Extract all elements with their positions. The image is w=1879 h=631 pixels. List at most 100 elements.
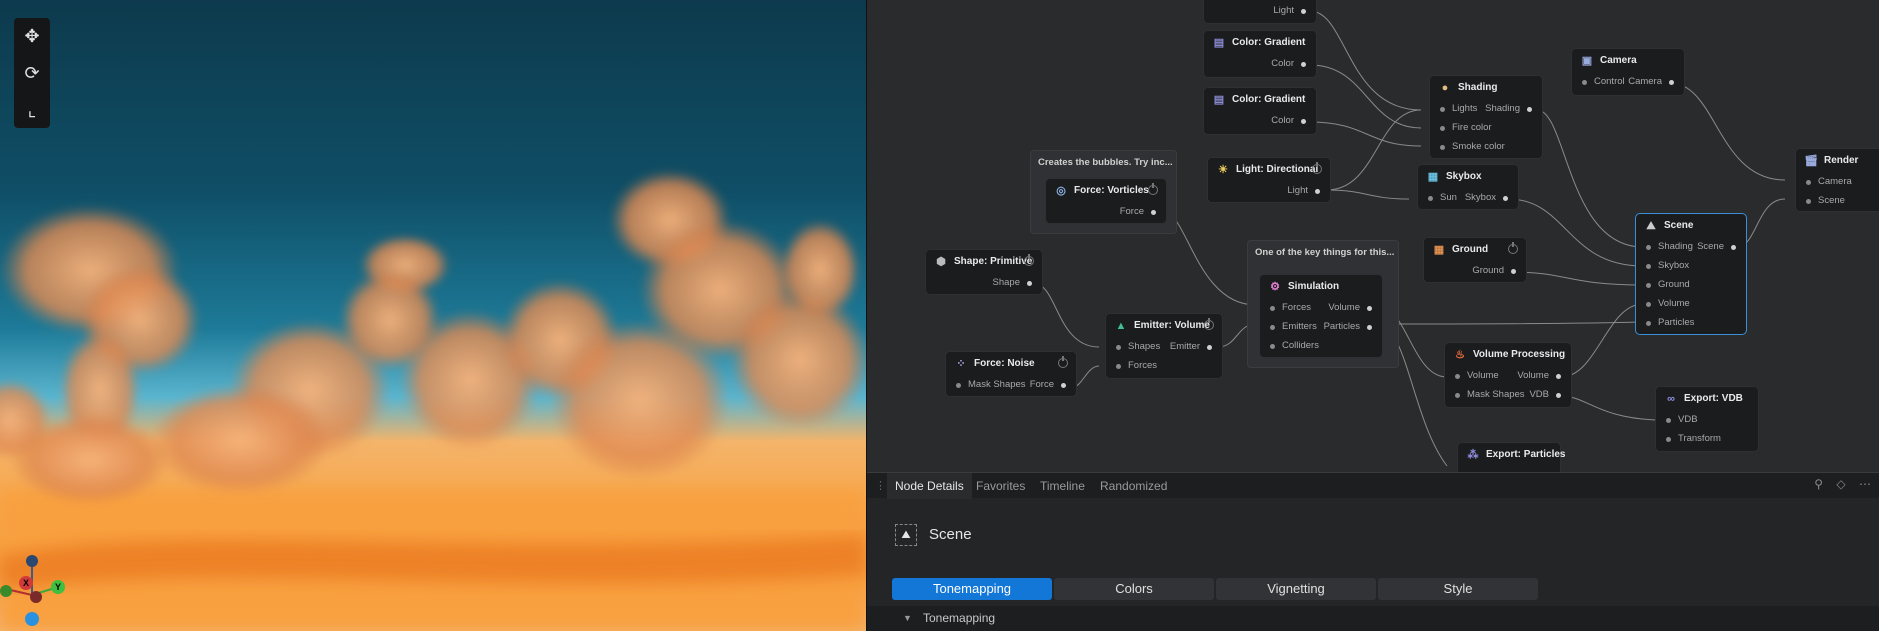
input-port[interactable] [1646, 283, 1651, 288]
input-port[interactable] [1440, 145, 1445, 150]
input-port[interactable] [1666, 418, 1671, 423]
port-fire-color: Fire color [1452, 122, 1492, 133]
node-light-top[interactable]: Light [1203, 0, 1317, 24]
node-title: Scene [1664, 220, 1694, 231]
input-port[interactable] [1455, 374, 1460, 379]
node-render[interactable]: 🎬︎ Render Camera Scene [1795, 148, 1879, 212]
segment-vignetting[interactable]: Vignetting [1216, 578, 1376, 600]
port-vdb: VDB [1529, 389, 1549, 400]
node-emitter-volume[interactable]: ▲ Emitter: Volume Shapes Emitter Forces [1105, 313, 1223, 379]
input-port[interactable] [1806, 180, 1811, 185]
output-port[interactable] [1556, 374, 1561, 379]
node-graph[interactable]: Creates the bubbles. Try inc... One of t… [866, 0, 1879, 472]
node-export-vdb[interactable]: ∞ Export: VDB VDB Transform [1655, 386, 1759, 452]
power-icon[interactable] [1024, 254, 1034, 266]
input-port[interactable] [1440, 126, 1445, 131]
port-shading: Shading [1485, 103, 1520, 114]
output-port[interactable] [1511, 269, 1516, 274]
section-tonemapping[interactable]: ▼ Tonemapping [867, 606, 1879, 631]
node-shading[interactable]: ● Shading Lights Shading Fire color Smoke … [1429, 75, 1543, 159]
output-port[interactable] [1301, 9, 1306, 14]
3d-viewport[interactable]: ✥ ⟳ ⌞ X Y [0, 0, 866, 631]
input-port[interactable] [1116, 345, 1121, 350]
output-port[interactable] [1731, 245, 1736, 250]
power-icon[interactable] [1204, 318, 1214, 330]
output-port[interactable] [1061, 383, 1066, 388]
node-export-particles[interactable]: ⁂ Export: Particles [1457, 442, 1565, 472]
input-port[interactable] [1116, 364, 1121, 369]
node-scene[interactable]: ⛰ Scene Shading Scene Skybox Ground Volume… [1635, 213, 1747, 335]
output-port[interactable] [1151, 210, 1156, 215]
node-skybox[interactable]: ▦ Skybox Sun Skybox [1417, 164, 1519, 210]
input-port[interactable] [1455, 393, 1460, 398]
input-port[interactable] [1428, 196, 1433, 201]
input-port[interactable] [1646, 321, 1651, 326]
node-title: Shape: Primitive [954, 256, 1033, 267]
port-volume: Volume [1328, 302, 1360, 313]
axis-gizmo[interactable]: X Y [0, 555, 75, 631]
gradient-icon: ▤ [1213, 37, 1225, 49]
output-port[interactable] [1315, 189, 1320, 194]
node-light-directional[interactable]: ☀ Light: Directional Light [1207, 157, 1331, 203]
power-icon[interactable] [1058, 356, 1068, 368]
input-port[interactable] [1646, 245, 1651, 250]
node-camera[interactable]: ▣ Camera Control Camera [1571, 48, 1685, 96]
tab-timeline[interactable]: Timeline [1040, 473, 1085, 499]
clapper-icon: 🎬︎ [1804, 155, 1818, 167]
input-port[interactable] [956, 383, 961, 388]
search-icon[interactable]: ⚲ [1814, 477, 1823, 491]
comment-title: Creates the bubbles. Try inc... [1038, 157, 1173, 168]
power-icon[interactable] [1148, 183, 1158, 195]
output-port[interactable] [1301, 119, 1306, 124]
input-port[interactable] [1270, 306, 1275, 311]
node-color-gradient-2[interactable]: ▤ Color: Gradient Color [1203, 87, 1317, 135]
rotate-icon[interactable]: ⟳ [20, 61, 44, 85]
diamond-icon[interactable]: ◇ [1836, 477, 1845, 491]
input-port[interactable] [1646, 302, 1651, 307]
input-port[interactable] [1646, 264, 1651, 269]
collapse-triangle-icon[interactable]: ▼ [903, 606, 912, 631]
tab-favorites[interactable]: Favorites [976, 473, 1025, 499]
output-port[interactable] [1367, 325, 1372, 330]
node-simulation[interactable]: ⚙ Simulation Forces Volume Emitters Particl… [1259, 274, 1383, 358]
output-port[interactable] [1027, 281, 1032, 286]
input-port[interactable] [1440, 107, 1445, 112]
tab-randomized[interactable]: Randomized [1100, 473, 1167, 499]
port-lights: Lights [1452, 103, 1478, 114]
node-force-noise[interactable]: ⁘ Force: Noise Mask Shapes Force [945, 351, 1077, 397]
power-icon[interactable] [1312, 162, 1322, 174]
gradient-icon: ▤ [1213, 94, 1225, 106]
output-port[interactable] [1556, 393, 1561, 398]
output-port[interactable] [1503, 196, 1508, 201]
input-port[interactable] [1582, 80, 1587, 85]
output-port[interactable] [1669, 80, 1674, 85]
output-port[interactable] [1301, 62, 1306, 67]
segment-colors[interactable]: Colors [1054, 578, 1214, 600]
node-force-vorticles[interactable]: ◎ Force: Vorticles Force [1045, 178, 1167, 224]
output-port[interactable] [1527, 107, 1532, 112]
fire-icon: ♨ [1455, 349, 1465, 361]
input-port[interactable] [1806, 199, 1811, 204]
power-icon[interactable] [1508, 242, 1518, 254]
tab-node-details[interactable]: Node Details [887, 473, 972, 499]
input-port[interactable] [1666, 437, 1671, 442]
port-control: Control [1594, 76, 1625, 87]
z-axis-handle [26, 555, 38, 567]
node-color-gradient-1[interactable]: ▤ Color: Gradient Color [1203, 30, 1317, 78]
segment-tonemapping[interactable]: Tonemapping [892, 578, 1052, 600]
node-volume-processing[interactable]: ♨ Volume Processing Volume Volume Mask Sha… [1444, 342, 1572, 408]
segment-style[interactable]: Style [1378, 578, 1538, 600]
export-icon: ∞ [1667, 393, 1675, 405]
output-port[interactable] [1207, 345, 1212, 350]
port-force: Force [1029, 379, 1054, 390]
node-shape-primitive[interactable]: ⬢ Shape: Primitive Shape [925, 249, 1043, 295]
input-port[interactable] [1270, 325, 1275, 330]
input-port[interactable] [1270, 344, 1275, 349]
output-port[interactable] [1367, 306, 1372, 311]
move-icon[interactable]: ✥ [20, 24, 44, 48]
more-icon[interactable]: ⋯ [1859, 477, 1871, 491]
node-ground[interactable]: ▦ Ground Ground [1423, 237, 1527, 283]
axes-icon[interactable]: ⌞ [20, 98, 44, 122]
vortex-icon: ◎ [1056, 185, 1066, 197]
port-volume: Volume [1658, 298, 1690, 309]
